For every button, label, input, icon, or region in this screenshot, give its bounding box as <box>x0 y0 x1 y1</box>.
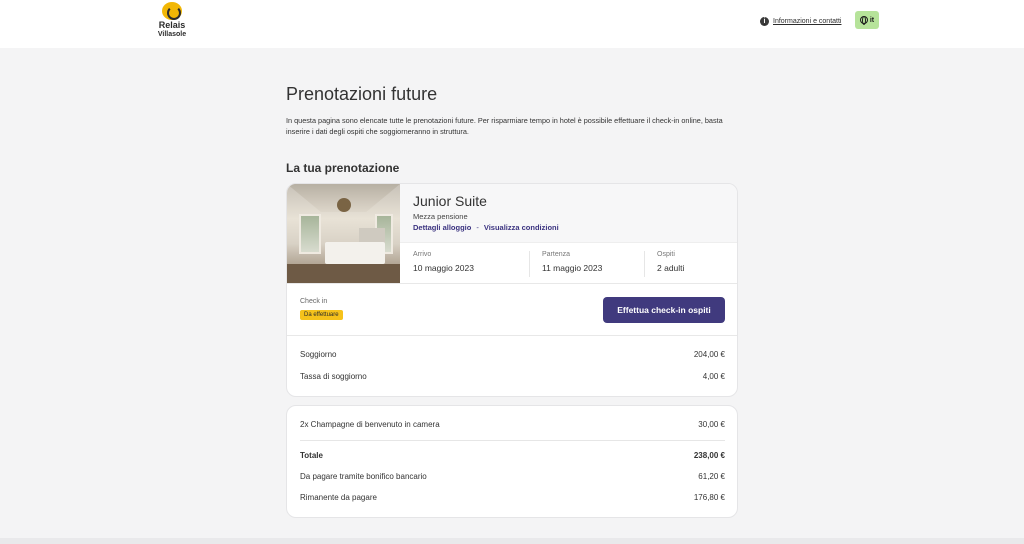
stay-price-label: Soggiorno <box>300 350 337 359</box>
guests-label: Ospiti <box>657 251 675 258</box>
info-icon: i <box>760 16 769 26</box>
booking-card: Junior Suite Mezza pensione Dettagli all… <box>286 183 738 397</box>
page-intro: In questa pagina sono elencate tutte le … <box>286 116 723 136</box>
arrival-label: Arrivo <box>413 251 432 258</box>
extra-value: 30,00 € <box>698 420 725 429</box>
hotel-logo[interactable]: Relais Villasole <box>156 2 188 42</box>
photo-window-left <box>299 214 321 254</box>
language-label: it <box>869 16 875 24</box>
total-label: Totale <box>300 451 323 460</box>
checkin-guests-button[interactable]: Effettua check-in ospiti <box>603 297 725 323</box>
room-links: Dettagli alloggio - Visualizza condizion… <box>413 223 559 232</box>
stay-price-row: Soggiorno 204,00 € <box>300 350 725 359</box>
language-button[interactable]: it <box>855 11 879 29</box>
section-title: La tua prenotazione <box>286 161 400 175</box>
tax-price-label: Tassa di soggiorno <box>300 372 367 381</box>
room-details-link[interactable]: Dettagli alloggio <box>413 223 471 232</box>
bank-transfer-value: 61,20 € <box>698 472 725 481</box>
room-board: Mezza pensione <box>413 212 468 221</box>
top-bar: Relais Villasole i Informazioni e contat… <box>0 0 1024 48</box>
room-photo <box>287 184 400 283</box>
remaining-row: Rimanente da pagare 176,80 € <box>300 493 725 502</box>
extra-label: 2x Champagne di benvenuto in camera <box>300 420 440 429</box>
remaining-label: Rimanente da pagare <box>300 493 377 502</box>
room-header: Junior Suite Mezza pensione Dettagli all… <box>400 184 737 242</box>
tax-price-value: 4,00 € <box>702 372 725 381</box>
total-value: 238,00 € <box>693 451 725 460</box>
sun-logo-icon <box>162 2 182 20</box>
total-row: Totale 238,00 € <box>300 451 725 460</box>
tax-price-row: Tassa di soggiorno 4,00 € <box>300 372 725 381</box>
view-conditions-link[interactable]: Visualizza condizioni <box>484 223 559 232</box>
photo-chandelier <box>337 198 351 212</box>
photo-bed <box>325 242 385 264</box>
arrival-info: Arrivo 10 maggio 2023 <box>413 251 474 277</box>
logo-text-line2: Villasole <box>157 31 187 38</box>
photo-floor <box>287 264 400 283</box>
logo-text-line1: Relais <box>158 20 186 30</box>
guests-value: 2 adulti <box>657 263 685 273</box>
checkin-section: Check in Da effettuare Effettua check-in… <box>287 283 737 336</box>
globe-icon <box>859 16 868 25</box>
checkin-status-badge: Da effettuare <box>300 310 343 320</box>
info-contacts-label: Informazioni e contatti <box>773 17 842 25</box>
bank-transfer-row: Da pagare tramite bonifico bancario 61,2… <box>300 472 725 481</box>
totals-divider <box>300 440 725 441</box>
stay-price-value: 204,00 € <box>693 350 725 359</box>
bank-transfer-label: Da pagare tramite bonifico bancario <box>300 472 427 481</box>
departure-info: Partenza 11 maggio 2023 <box>529 251 602 277</box>
departure-value: 11 maggio 2023 <box>542 263 603 273</box>
info-contacts-link[interactable]: i Informazioni e contatti <box>760 14 841 28</box>
checkin-label: Check in <box>300 298 328 305</box>
link-separator: - <box>476 223 479 232</box>
footer-band <box>0 538 1024 544</box>
stay-details: Arrivo 10 maggio 2023 Partenza 11 maggio… <box>400 242 737 283</box>
arrival-value: 10 maggio 2023 <box>413 263 474 273</box>
room-name: Junior Suite <box>413 193 487 209</box>
page-title: Prenotazioni future <box>286 84 438 104</box>
extra-row: 2x Champagne di benvenuto in camera 30,0… <box>300 420 725 429</box>
totals-card: 2x Champagne di benvenuto in camera 30,0… <box>286 405 738 518</box>
departure-label: Partenza <box>542 251 571 258</box>
remaining-value: 176,80 € <box>693 493 725 502</box>
guests-info: Ospiti 2 adulti <box>644 251 684 277</box>
